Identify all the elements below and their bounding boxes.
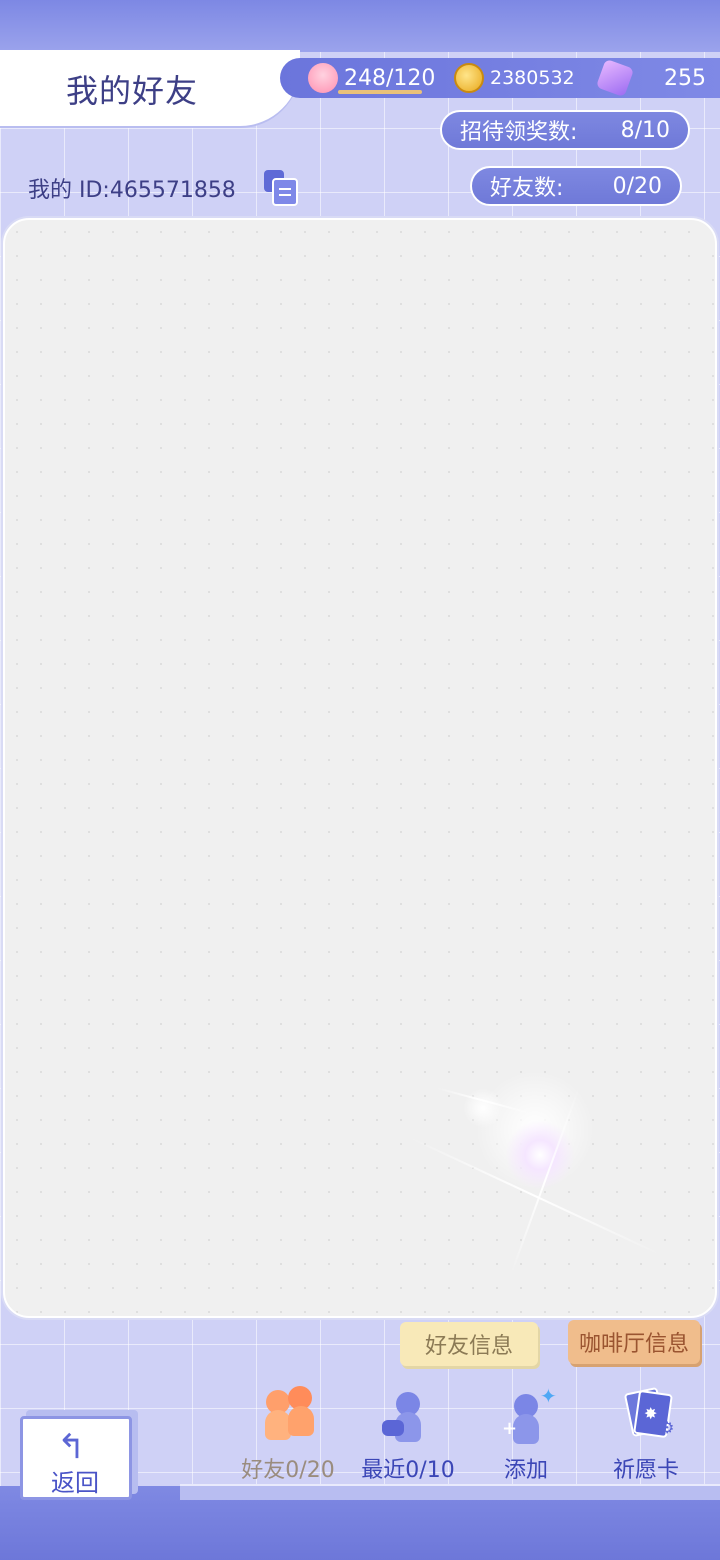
gem-value: 255 (664, 65, 706, 91)
friend-count-pill: 好友数: 0/20 (470, 166, 682, 206)
friend-count-value: 0/20 (612, 173, 662, 199)
nav-recent[interactable]: 最近0/10 (348, 1384, 468, 1484)
copy-id-button[interactable] (264, 170, 298, 206)
friend-list-panel[interactable] (3, 218, 717, 1318)
nav-wish-card[interactable]: ✸ ⚙ 祈愿卡 (586, 1384, 706, 1484)
stamina-value: 248/120 (344, 65, 436, 91)
nav-friends-label: 好友0/20 (241, 1458, 335, 1483)
stamina-bar (338, 90, 422, 94)
recent-icon (378, 1384, 438, 1444)
reception-value: 8/10 (620, 117, 670, 143)
friend-info-tab[interactable]: 好友信息 (400, 1322, 538, 1366)
copy-icon (272, 178, 298, 206)
sparkle-small (463, 1088, 503, 1128)
sparkle-glow (505, 1120, 575, 1190)
friend-count-label: 好友数: (490, 176, 564, 201)
add-friend-icon: ✦ + (496, 1384, 557, 1444)
nav-add[interactable]: ✦ + 添加 (466, 1384, 586, 1484)
coin-value: 2380532 (490, 67, 575, 89)
my-id-text: 我的 ID:465571858 (28, 178, 236, 203)
coin-icon (454, 63, 484, 93)
coin-resource[interactable]: 2380532 (454, 60, 575, 96)
cafe-info-tab[interactable]: 咖啡厅信息 (568, 1320, 700, 1364)
reception-label: 招待领奖数: (460, 120, 578, 145)
nav-friends[interactable]: 好友0/20 (228, 1384, 348, 1484)
nav-add-label: 添加 (503, 1458, 548, 1483)
page-title: 我的好友 (66, 72, 199, 110)
cupcake-icon (308, 63, 338, 93)
top-band (0, 0, 720, 52)
back-label: 返回 (51, 1469, 99, 1497)
back-arrow-icon: ↰ (57, 1427, 86, 1467)
wish-card-icon: ✸ ⚙ (616, 1384, 676, 1444)
back-button[interactable]: ↰ 返回 (20, 1416, 132, 1500)
nav-wish-card-label: 祈愿卡 (612, 1458, 679, 1483)
gem-resource[interactable]: 255 (595, 58, 710, 98)
reception-reward-pill: 招待领奖数: 8/10 (440, 110, 690, 150)
bottom-nav-bar (180, 1484, 720, 1500)
nav-recent-label: 最近0/10 (361, 1458, 455, 1483)
friends-icon (258, 1384, 318, 1444)
gem-plus-icon (595, 58, 635, 98)
